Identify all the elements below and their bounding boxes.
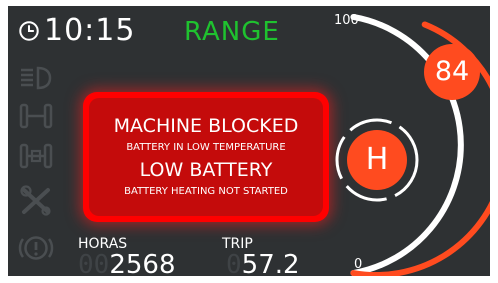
headlight-icon[interactable] [18, 62, 54, 94]
h-indicator: H [347, 130, 407, 190]
axle-icon[interactable] [18, 100, 54, 132]
h-indicator-letter: H [365, 142, 389, 177]
clock-icon [19, 21, 39, 41]
brake-warning-icon[interactable] [18, 232, 54, 264]
alert-subtitle: BATTERY IN LOW TEMPERATURE [126, 142, 286, 153]
trip-ghost-digits: 0 [226, 250, 242, 276]
dashboard-screen: 10:15 RANGE MACHINE BLOCKED BATTERY IN L… [8, 6, 490, 276]
hours-readout: 00 2568 [78, 252, 175, 276]
trip-value: 57.2 [241, 250, 300, 276]
battery-level-value: 84 [434, 56, 470, 87]
tools-icon[interactable] [18, 184, 54, 216]
mode-label: RANGE [184, 17, 280, 47]
clock-time: 10:15 [44, 13, 136, 48]
clock: 10:15 [18, 14, 135, 48]
gauge-min-label: 0 [354, 257, 363, 272]
hours-ghost-digits: 00 [78, 250, 110, 276]
alert-title-secondary: LOW BATTERY [139, 159, 273, 181]
trip-readout: 0 57.2 [226, 252, 300, 276]
gauge-max-label: 100 [334, 13, 359, 28]
alert-subtitle-secondary: BATTERY HEATING NOT STARTED [124, 186, 288, 197]
hours-value: 2568 [109, 250, 176, 276]
alert-title: MACHINE BLOCKED [113, 115, 299, 137]
battery-level-badge: 84 [424, 44, 480, 100]
axle-lock-icon[interactable] [18, 140, 54, 172]
alert-panel-inner: MACHINE BLOCKED BATTERY IN LOW TEMPERATU… [89, 98, 323, 216]
alert-panel: MACHINE BLOCKED BATTERY IN LOW TEMPERATU… [83, 92, 329, 222]
